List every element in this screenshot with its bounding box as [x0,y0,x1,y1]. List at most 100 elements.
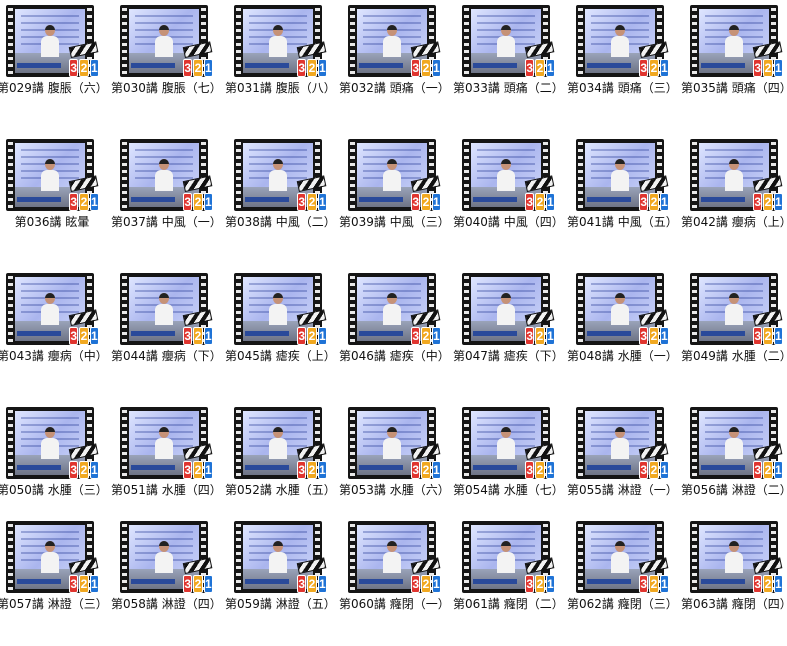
lecturer-figure [497,25,515,57]
video-label[interactable]: 第063講 癃閉（四） [681,596,787,612]
lecturer-shirt [497,170,515,191]
film-sprocket-left [350,524,355,590]
badge-digit: 3 [753,461,763,479]
film-sprocket-left [236,142,241,208]
video-item[interactable]: 3 2 1 第037講 中風（一） [111,134,228,264]
video-item[interactable]: 3 2 1 第039講 中風（三） [339,134,456,264]
video-item[interactable]: 3 2 1 第052講 水腫（五） [225,402,342,532]
badge-digit: 3 [183,575,193,593]
video-label[interactable]: 第055講 淋證（一） [567,482,678,498]
video-label[interactable]: 第062講 癃閉（三） [567,596,678,612]
video-label[interactable]: 第035講 頭痛（四） [681,80,787,96]
video-label[interactable]: 第044講 癭病（下） [111,348,222,364]
video-item[interactable]: 3 2 1 第034講 頭痛（三） [567,0,684,130]
video-label[interactable]: 第051講 水腫（四） [111,482,222,498]
badge-digit: 3 [411,59,421,77]
video-label[interactable]: 第039講 中風（三） [339,214,450,230]
lecturer-figure [497,427,515,459]
video-label[interactable]: 第031講 腹脹（八） [225,80,336,96]
video-item[interactable]: 3 2 1 第058講 淋證（四） [111,516,228,646]
lecturer-hair [273,25,283,30]
video-item[interactable]: 3 2 1 第036講 眩暈 [0,134,114,264]
video-label[interactable]: 第042講 癭病（上） [681,214,787,230]
video-label[interactable]: 第030講 腹脹（七） [111,80,222,96]
video-item[interactable]: 3 2 1 第047講 瘧疾（下） [453,268,570,398]
video-label[interactable]: 第048講 水腫（一） [567,348,678,364]
film-sprocket-left [122,524,127,590]
video-item[interactable]: 3 2 1 第032講 頭痛（一） [339,0,456,130]
video-label[interactable]: 第059講 淋證（五） [225,596,336,612]
video-label[interactable]: 第058講 淋證（四） [111,596,222,612]
video-label[interactable]: 第034講 頭痛（三） [567,80,678,96]
video-label[interactable]: 第053講 水腫（六） [339,482,450,498]
video-label[interactable]: 第040講 中風（四） [453,214,564,230]
video-label[interactable]: 第043講 癭病（中） [0,348,108,364]
badge-number: 321 [411,574,441,594]
video-item[interactable]: 3 2 1 第050講 水腫（三） [0,402,114,532]
video-label[interactable]: 第060講 癃閉（一） [339,596,450,612]
badge-digit: 1 [89,193,99,211]
lecturer-shirt [497,438,515,459]
video-item[interactable]: 3 2 1 第059講 淋證（五） [225,516,342,646]
video-label[interactable]: 第045講 瘧疾（上） [225,348,336,364]
caption-bar [473,63,517,68]
video-item[interactable]: 3 2 1 第029講 腹脹（六） [0,0,114,130]
lecturer-figure [725,293,743,325]
film-sprocket-left [464,276,469,342]
lecturer-figure [383,293,401,325]
video-item[interactable]: 3 2 1 第044講 癭病（下） [111,268,228,398]
video-item[interactable]: 3 2 1 第062講 癃閉（三） [567,516,684,646]
caption-bar [245,63,289,68]
film-sprocket-left [122,8,127,74]
video-item[interactable]: 3 2 1 第060講 癃閉（一） [339,516,456,646]
video-label[interactable]: 第029講 腹脹（六） [0,80,108,96]
video-label[interactable]: 第032講 頭痛（一） [339,80,450,96]
video-item[interactable]: 3 2 1 第056講 淋證（二） [681,402,787,532]
video-label[interactable]: 第047講 瘧疾（下） [453,348,564,364]
video-label[interactable]: 第033講 頭痛（二） [453,80,564,96]
video-label[interactable]: 第049講 水腫（二） [681,348,787,364]
video-label[interactable]: 第038講 中風（二） [225,214,336,230]
video-item[interactable]: 3 2 1 第042講 癭病（上） [681,134,787,264]
badge-digit: 3 [411,575,421,593]
lecturer-hair [387,293,397,298]
badge-digit: 1 [89,327,99,345]
video-item[interactable]: 3 2 1 第031講 腹脹（八） [225,0,342,130]
video-item[interactable]: 3 2 1 第055講 淋證（一） [567,402,684,532]
video-item[interactable]: 3 2 1 第049講 水腫（二） [681,268,787,398]
video-item[interactable]: 3 2 1 第041講 中風（五） [567,134,684,264]
video-label[interactable]: 第041講 中風（五） [567,214,678,230]
badge-digit: 2 [421,575,431,593]
video-label[interactable]: 第037講 中風（一） [111,214,222,230]
video-item[interactable]: 3 2 1 第043講 癭病（中） [0,268,114,398]
video-label[interactable]: 第052講 水腫（五） [225,482,336,498]
lecturer-hair [387,541,397,546]
video-label[interactable]: 第061講 癃閉（二） [453,596,564,612]
video-label[interactable]: 第056講 淋證（二） [681,482,787,498]
video-label[interactable]: 第057講 淋證（三） [0,596,108,612]
video-item[interactable]: 3 2 1 第051講 水腫（四） [111,402,228,532]
video-item[interactable]: 3 2 1 第035講 頭痛（四） [681,0,787,130]
video-item[interactable]: 3 2 1 第038講 中風（二） [225,134,342,264]
lecturer-figure [497,541,515,573]
video-item[interactable]: 3 2 1 第033講 頭痛（二） [453,0,570,130]
badge-digit: 2 [79,327,89,345]
video-item[interactable]: 3 2 1 第057講 淋證（三） [0,516,114,646]
lecturer-figure [725,159,743,191]
video-label[interactable]: 第050講 水腫（三） [0,482,108,498]
video-label[interactable]: 第054講 水腫（七） [453,482,564,498]
video-item[interactable]: 3 2 1 第053講 水腫（六） [339,402,456,532]
video-item[interactable]: 3 2 1 第048講 水腫（一） [567,268,684,398]
video-item[interactable]: 3 2 1 第045講 瘧疾（上） [225,268,342,398]
video-item[interactable]: 3 2 1 第046講 瘧疾（中） [339,268,456,398]
video-item[interactable]: 3 2 1 第061講 癃閉（二） [453,516,570,646]
badge-digit: 1 [545,193,555,211]
film-sprocket-left [122,142,127,208]
video-item[interactable]: 3 2 1 第030講 腹脹（七） [111,0,228,130]
video-label[interactable]: 第046講 瘧疾（中） [339,348,450,364]
video-item[interactable]: 3 2 1 第063講 癃閉（四） [681,516,787,646]
video-label[interactable]: 第036講 眩暈 [0,214,107,230]
video-item[interactable]: 3 2 1 第040講 中風（四） [453,134,570,264]
caption-bar [359,579,403,584]
video-item[interactable]: 3 2 1 第054講 水腫（七） [453,402,570,532]
